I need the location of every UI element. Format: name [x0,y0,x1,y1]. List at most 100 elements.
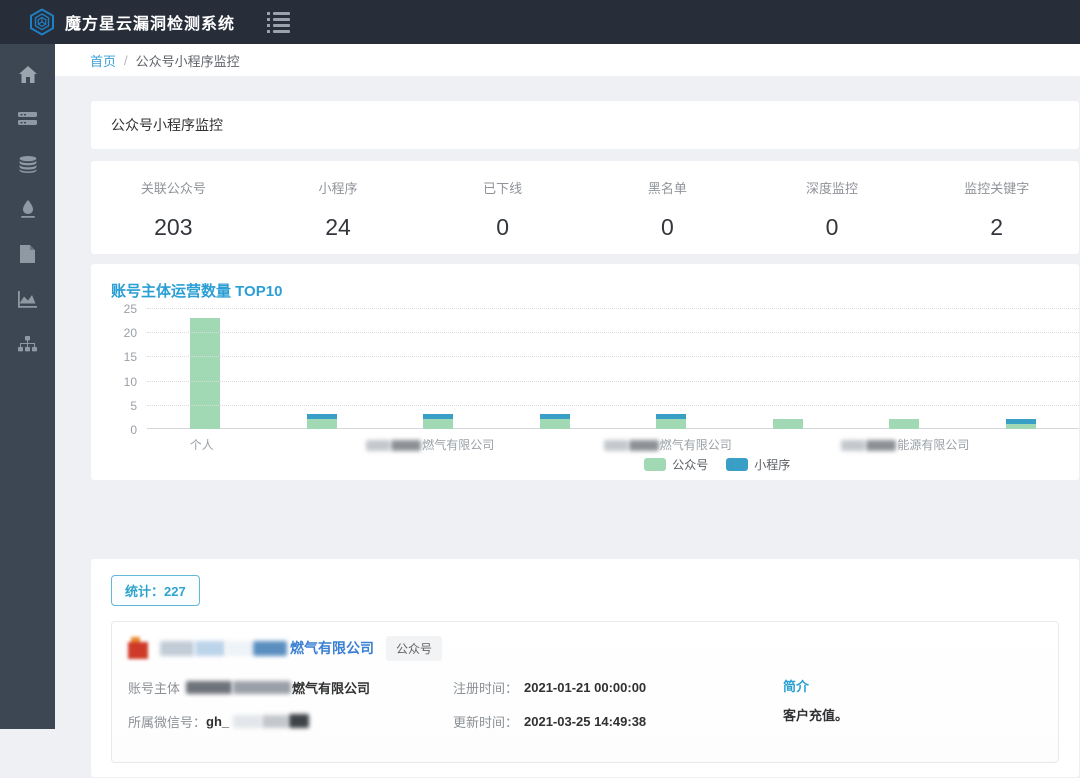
x-axis-label [257,436,367,453]
bar-slot [497,308,614,429]
stacked-bar[interactable] [540,414,570,429]
chart-title: 账号主体运营数量 TOP10 [111,280,1079,301]
bar-segment-公众号 [773,419,803,429]
y-tick-label: 15 [111,350,137,364]
blurred-account-name-prefix [160,641,288,656]
bar-segment-公众号 [307,419,337,429]
blurred-label-prefix [629,440,659,451]
sidebar-item-database[interactable] [0,144,55,189]
blurred-label-prefix [604,440,628,451]
sidebar-item-topology[interactable] [0,324,55,369]
stat-miniprograms: 小程序 24 [256,161,421,254]
x-axis-label [494,436,604,453]
breadcrumb: 首页 / 公众号小程序监控 [55,44,1080,76]
y-tick-label: 25 [111,302,137,316]
app-logo-icon [28,8,56,36]
subject-field: 账号主体 燃气有限公司 [128,676,453,698]
gridline [147,405,1079,406]
legend-item-小程序[interactable]: 小程序 [726,456,790,473]
stat-offline: 已下线 0 [420,161,585,254]
count-badge: 统计：227 [111,575,200,606]
stat-deep-monitor: 深度监控 0 [750,161,915,254]
sitemap-icon [18,336,37,357]
gridline [147,308,1079,309]
bar-slot [613,308,730,429]
top10-chart-card: 账号主体运营数量 TOP10 0 5 10 15 20 25 个人 燃气有限公司 燃气有限公司… [90,263,1080,481]
stacked-bar[interactable] [190,318,220,429]
legend-swatch [726,458,748,471]
x-axis-label: 个人 [147,436,257,453]
account-detail-col-left: 账号主体 燃气有限公司 所属微信号： gh_ [128,676,453,744]
file-icon [20,245,35,268]
bar-slot [846,308,963,429]
bar-slot [380,308,497,429]
sidebar-item-assets[interactable] [0,99,55,144]
accounts-list-card: 统计：227 燃气有限公司 公众号 账号主体 [90,558,1080,778]
y-tick-label: 5 [111,399,137,413]
account-list-item[interactable]: 燃气有限公司 公众号 账号主体 燃气有限公司 所属微信号： gh_ [111,621,1059,763]
account-name-link[interactable]: 燃气有限公司 [290,638,374,658]
sidebar-item-home[interactable] [0,54,55,99]
legend-label: 小程序 [754,456,790,473]
bars-row [147,308,1079,429]
menu-list-icon[interactable] [267,9,290,36]
blurred-label-prefix [841,440,865,451]
x-axis-label: 能源有限公司 [841,436,969,453]
y-tick-label: 10 [111,375,137,389]
bar-slot [963,308,1080,429]
account-detail-col-right: 简介 客户充值。 [783,676,1042,744]
page-title: 公众号小程序监控 [111,115,223,135]
stacked-bar[interactable] [773,419,803,429]
blurred-label-prefix [866,440,896,451]
y-axis-ticks: 0510152025 [111,308,137,429]
bar-segment-公众号 [1006,424,1036,429]
stacked-bar[interactable] [423,414,453,429]
area-chart-icon [18,291,37,313]
account-detail-col-mid: 注册时间： 2021-01-21 00:00:00 更新时间： 2021-03-… [453,676,783,744]
y-tick-label: 0 [111,423,137,437]
gridline [147,332,1079,333]
bar-slot [730,308,847,429]
legend-item-公众号[interactable]: 公众号 [644,456,708,473]
account-avatar [128,637,150,659]
fire-icon [20,200,36,223]
bar-segment-公众号 [423,419,453,429]
stacked-bar[interactable] [889,419,919,429]
account-type-tag: 公众号 [386,636,442,661]
sidebar-nav [0,44,55,729]
sidebar-item-statistics[interactable] [0,279,55,324]
bar-segment-公众号 [190,318,220,429]
bar-chart: 0510152025 [111,308,1079,429]
x-axis-label [969,436,1079,453]
chart-legend: 公众号 小程序 [644,456,808,473]
sidebar-item-reports[interactable] [0,234,55,279]
stacked-bar[interactable] [307,414,337,429]
stats-summary-card: 关联公众号 203 小程序 24 已下线 0 黑名单 0 深度监控 0 监控关键… [90,160,1080,255]
main-content: 公众号小程序监控 关联公众号 203 小程序 24 已下线 0 黑名单 0 深度… [55,76,1080,729]
register-time-field: 注册时间： 2021-01-21 00:00:00 [453,676,783,698]
legend-swatch [644,458,666,471]
x-axis-label: 燃气有限公司 [366,436,494,453]
app-title: 魔方星云漏洞检测系统 [65,10,235,34]
bar-segment-公众号 [656,419,686,429]
blurred-label-prefix [366,440,390,451]
bar-segment-公众号 [889,419,919,429]
stacked-bar[interactable] [1006,419,1036,429]
x-axis-label: 燃气有限公司 [604,436,732,453]
stat-linked-accounts: 关联公众号 203 [91,161,256,254]
y-tick-label: 20 [111,326,137,340]
x-axis-labels: 个人 燃气有限公司 燃气有限公司 能源有限公司 [147,436,1079,453]
bar-segment-公众号 [540,419,570,429]
bar-slot [264,308,381,429]
stacked-bar[interactable] [656,414,686,429]
stat-blacklist: 黑名单 0 [585,161,750,254]
sidebar-item-monitor[interactable] [0,189,55,234]
breadcrumb-current: 公众号小程序监控 [136,51,240,70]
account-header-row: 燃气有限公司 公众号 [128,634,1042,662]
breadcrumb-home-link[interactable]: 首页 [90,51,116,70]
chart-plot-area [147,308,1079,429]
database-icon [19,156,37,178]
intro-label: 简介 [783,676,1042,695]
breadcrumb-separator: / [124,53,128,68]
x-axis-label [732,436,842,453]
